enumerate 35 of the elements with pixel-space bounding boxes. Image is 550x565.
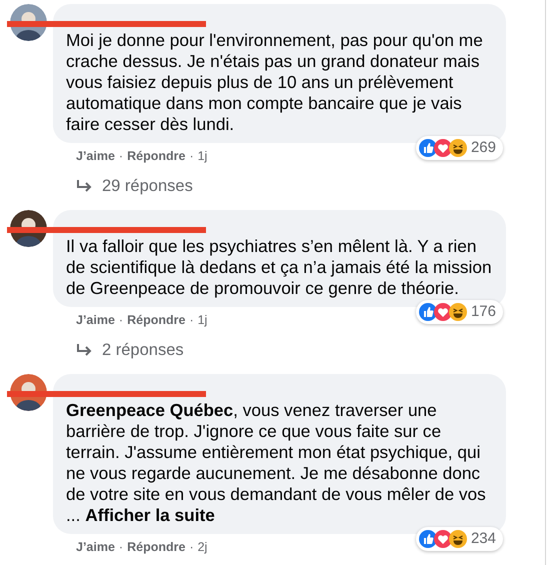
reply-arrow-icon [76,179,92,193]
replies-link[interactable]: 29 réponses [102,176,193,196]
separator-dot: · [118,149,124,164]
reaction-count: 176 [470,302,496,322]
action-link[interactable]: J’aime [76,149,115,164]
separator-dot: · [118,313,124,328]
timestamp[interactable]: 1j [198,149,208,164]
reaction-count: 269 [470,138,496,158]
action-link[interactable]: Répondre [127,313,186,328]
reaction-count: 234 [470,528,496,549]
laughing-face-icon [448,530,467,548]
timestamp[interactable]: 1j [198,313,208,328]
action-link[interactable]: J’aime [76,540,115,555]
action-link[interactable]: J’aime [76,313,115,328]
comment-text: Greenpeace Québec, vous venez traverser une barrière de trop. J'ignore ce que vous faite sur ce terrain. J'assume entièrement mon état psychique, qui ne vous regarde aucunement. Je me désabonne donc de votre site en vous demandant de vous mêler de vos ... Afficher la suite [66,400,487,526]
action-link[interactable]: Répondre [127,540,186,555]
like-icon [418,139,437,157]
laughing-face-icon [448,303,467,321]
replies-link[interactable]: 2 réponses [102,340,184,360]
timestamp[interactable]: 2j [198,540,208,555]
reactions-summary[interactable]: 176 [416,300,503,324]
like-icon [418,303,437,321]
comment-text: Moi je donne pour l'environnement, pas pour qu'on me crache dessus. Je n'étais pas un grand donateur mais vous faisiez depuis plus de 10 ans un prélèvement automatique dans mon compte bancaire que je vais faire cesser dès lundi. [66,30,484,135]
separator-dot: · [189,313,194,328]
comment-text: Il va falloir que les psychiatres s’en mêlent là. Y a rien de scientifique là dedans et ça n’a jamais été la mission de Greenpeace de promouvoir ce genre de théorie. [66,236,492,299]
separator-dot: · [189,149,194,164]
separator-dot: · [189,540,194,555]
action-link[interactable]: Répondre [127,149,186,164]
reactions-summary[interactable]: 269 [416,136,503,160]
reactions-summary[interactable]: 234 [416,527,503,551]
separator-dot: · [118,540,124,555]
reply-arrow-icon [76,343,92,357]
laughing-face-icon [448,139,467,157]
see-more-link[interactable]: Afficher la suite [85,505,215,525]
like-icon [418,530,437,548]
